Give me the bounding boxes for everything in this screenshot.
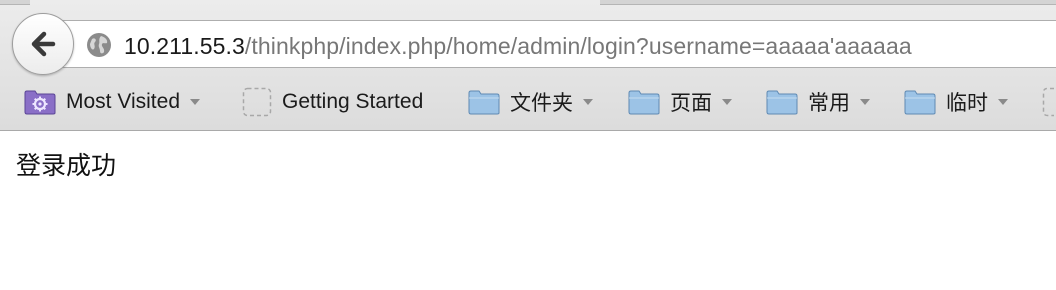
bookmarks-toolbar: Most Visited Getting Started 文件夹 页面 常用 临… — [0, 80, 1056, 126]
bookmark-overflow-item[interactable] — [1042, 86, 1056, 118]
login-status-message: 登录成功 — [16, 151, 117, 180]
folder-icon — [766, 90, 798, 115]
chevron-down-icon — [583, 99, 593, 105]
address-bar-url[interactable]: 10.211.55.3/thinkphp/index.php/home/admi… — [124, 30, 912, 62]
bookmark-label: Most Visited — [66, 90, 180, 113]
chevron-down-icon — [860, 99, 870, 105]
tab-strip-edge-right — [600, 0, 1056, 5]
bookmark-folder-changyong[interactable]: 常用 — [766, 86, 870, 118]
browser-toolbar: 10.211.55.3/thinkphp/index.php/home/admi… — [0, 0, 1056, 131]
bookmark-getting-started[interactable]: Getting Started — [242, 86, 423, 118]
back-arrow-icon — [31, 31, 56, 57]
chevron-down-icon — [998, 99, 1008, 105]
tab-strip-edge-left — [0, 0, 30, 5]
gear-folder-icon — [24, 90, 56, 115]
bookmark-label: 常用 — [808, 92, 850, 115]
bookmark-folder-yemian[interactable]: 页面 — [628, 86, 732, 118]
chevron-down-icon — [722, 99, 732, 105]
bookmark-label: 文件夹 — [510, 92, 573, 115]
chevron-down-icon — [190, 99, 200, 105]
bookmark-placeholder-icon — [1042, 87, 1054, 117]
bookmark-label: Getting Started — [282, 90, 424, 113]
globe-icon — [87, 33, 111, 57]
back-button[interactable] — [12, 13, 74, 75]
bookmark-most-visited[interactable]: Most Visited — [24, 86, 200, 118]
bookmark-folder-linshi[interactable]: 临时 — [904, 86, 1008, 118]
bookmark-label: 页面 — [670, 92, 712, 115]
folder-icon — [904, 90, 936, 115]
bookmark-folder-wenjianjia[interactable]: 文件夹 — [468, 86, 593, 118]
bookmark-label: 临时 — [946, 92, 988, 115]
folder-icon — [468, 90, 500, 115]
folder-icon — [628, 90, 660, 115]
url-path: /thinkphp/index.php/home/admin/login?use… — [244, 33, 912, 59]
url-host: 10.211.55.3 — [124, 33, 245, 59]
bookmark-placeholder-icon — [242, 87, 272, 117]
